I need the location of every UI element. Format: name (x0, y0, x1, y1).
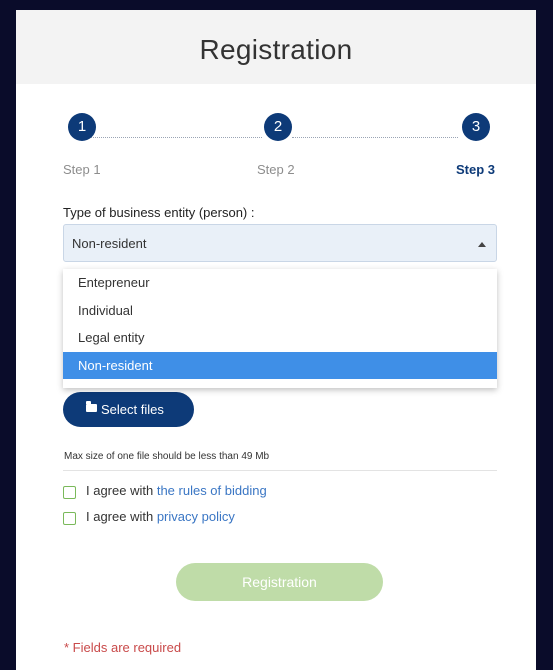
step-connector-1-2 (82, 137, 262, 138)
select-files-label: Select files (101, 402, 164, 417)
step-3-label: Step 3 (456, 162, 496, 177)
step-connector-2-3 (292, 137, 458, 138)
caret-up-icon (478, 242, 486, 247)
registration-button[interactable]: Registration (176, 563, 383, 601)
step-3-indicator[interactable]: 3 (462, 113, 490, 141)
entity-type-value: Non-resident (72, 236, 147, 251)
option-entepreneur[interactable]: Entepreneur (63, 269, 497, 296)
agree-rules-text: I agree with the rules of bidding (86, 483, 267, 498)
folder-icon (86, 401, 97, 412)
entity-type-dropdown: Entepreneur Individual Legal entity Non-… (63, 269, 497, 388)
divider (63, 470, 497, 471)
agree-rules-checkbox[interactable] (63, 486, 76, 499)
agree-rules-prefix: I agree with (86, 483, 157, 498)
file-size-note: Max size of one file should be less than… (64, 451, 270, 462)
entity-type-select[interactable]: Non-resident (63, 224, 497, 262)
step-2-label: Step 2 (257, 162, 295, 177)
rules-of-bidding-link[interactable]: the rules of bidding (157, 483, 267, 498)
privacy-policy-link[interactable]: privacy policy (157, 509, 235, 524)
agree-privacy-text: I agree with privacy policy (86, 509, 235, 524)
entity-type-label: Type of business entity (person) : (63, 205, 255, 220)
agree-privacy-prefix: I agree with (86, 509, 157, 524)
option-individual[interactable]: Individual (63, 297, 497, 324)
step-2-indicator[interactable]: 2 (264, 113, 292, 141)
option-legal-entity[interactable]: Legal entity (63, 324, 497, 351)
required-fields-note: * Fields are required (64, 640, 182, 655)
header: Registration (16, 10, 536, 84)
agree-privacy-checkbox[interactable] (63, 512, 76, 525)
registration-card: Registration 1 2 3 Step 1 Step 2 Step 3 … (16, 10, 536, 670)
step-1-label: Step 1 (63, 162, 101, 177)
option-non-resident[interactable]: Non-resident (63, 352, 497, 379)
page-title: Registration (199, 34, 353, 65)
step-1-indicator[interactable]: 1 (68, 113, 96, 141)
select-files-button[interactable]: Select files (63, 392, 194, 427)
